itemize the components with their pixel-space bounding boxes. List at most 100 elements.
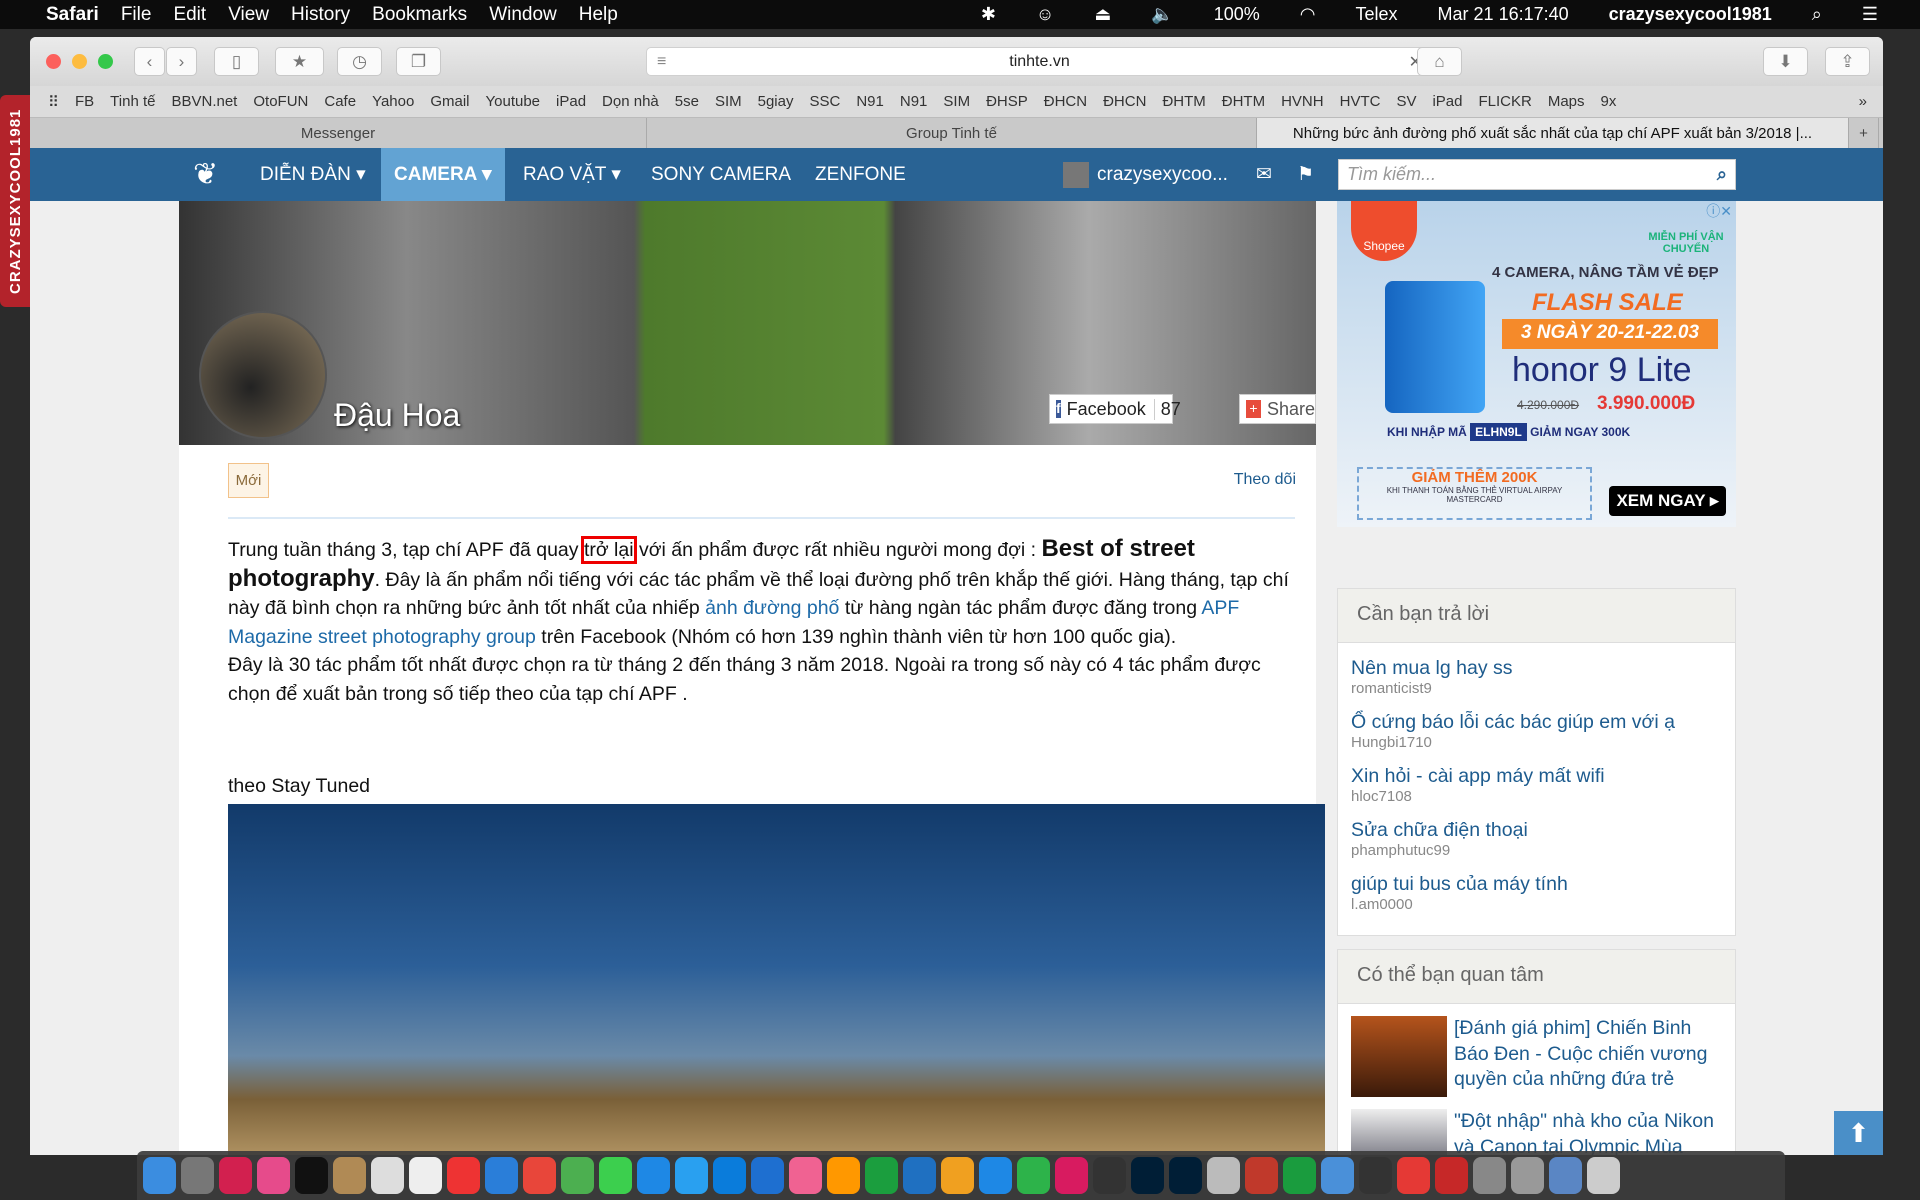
wifi-icon[interactable]: ◠	[1300, 4, 1316, 25]
notifications-flag-icon[interactable]: ⚑	[1284, 148, 1327, 201]
question-author[interactable]: romanticist9	[1351, 680, 1722, 697]
bookmark-item[interactable]: FLICKR	[1479, 93, 1532, 110]
search-input[interactable]: Tìm kiếm... ⌕	[1338, 159, 1736, 190]
ad-close-icon[interactable]: ⓘ✕	[1706, 201, 1732, 221]
user-menu[interactable]: crazysexycool1981	[1609, 4, 1772, 25]
dock-app-icon[interactable]	[219, 1157, 252, 1194]
bookmarks-icon[interactable]: ★	[275, 47, 324, 76]
tab-group-tinhte[interactable]: Group Tinh tế	[647, 118, 1257, 148]
dock-app-icon[interactable]	[1397, 1157, 1430, 1194]
dock-app-icon[interactable]	[523, 1157, 556, 1194]
dock-app-icon[interactable]	[1131, 1157, 1164, 1194]
dock-app-icon[interactable]	[181, 1157, 214, 1194]
volume-icon[interactable]: 🔈	[1151, 4, 1173, 25]
bookmark-item[interactable]: BBVN.net	[171, 93, 237, 110]
bookmark-item[interactable]: SIM	[943, 93, 970, 110]
tinhte-logo[interactable]: ❦	[180, 148, 231, 201]
dock-app-icon[interactable]	[1093, 1157, 1126, 1194]
dock-app-icon[interactable]	[447, 1157, 480, 1194]
question-link[interactable]: Ổ cứng báo lỗi các bác giúp em với ạ	[1351, 711, 1722, 734]
menu-safari[interactable]: Safari	[46, 4, 99, 26]
dock-app-icon[interactable]	[143, 1157, 176, 1194]
dock-app-icon[interactable]	[979, 1157, 1012, 1194]
eject-icon[interactable]: ⏏	[1094, 4, 1111, 25]
dock-app-icon[interactable]	[1435, 1157, 1468, 1194]
bookmark-item[interactable]: Maps	[1548, 93, 1585, 110]
menu-bookmarks[interactable]: Bookmarks	[372, 4, 467, 26]
question-author[interactable]: hloc7108	[1351, 788, 1722, 805]
dock-app-icon[interactable]	[561, 1157, 594, 1194]
dock-app-icon[interactable]	[903, 1157, 936, 1194]
follow-link[interactable]: Theo dõi	[1234, 471, 1296, 489]
bookmark-item[interactable]: SIM	[715, 93, 742, 110]
related-item[interactable]: [Đánh giá phim] Chiến Binh Báo Đen - Cuộ…	[1338, 1004, 1735, 1097]
question-author[interactable]: Hungbi1710	[1351, 734, 1722, 751]
reader-icon[interactable]: ≡	[657, 53, 666, 71]
bookmark-item[interactable]: ĐHCN	[1103, 93, 1146, 110]
bookmark-item[interactable]: SV	[1396, 93, 1416, 110]
dock-app-icon[interactable]	[1359, 1157, 1392, 1194]
dock-app-icon[interactable]	[827, 1157, 860, 1194]
related-item[interactable]: "Đột nhập" nhà kho của Nikon và Canon tạ…	[1338, 1097, 1735, 1155]
dock-app-icon[interactable]	[599, 1157, 632, 1194]
link-street-photo[interactable]: ảnh đường phố	[705, 597, 839, 619]
side-profile-tab[interactable]: CRAZYSEXYCOOL1981	[0, 95, 31, 307]
search-icon[interactable]: ⌕	[1717, 164, 1727, 185]
dock-app-icon[interactable]	[371, 1157, 404, 1194]
dock-app-icon[interactable]	[485, 1157, 518, 1194]
downloads-icon[interactable]: ⬇	[1763, 47, 1808, 76]
question-author[interactable]: phamphutuc99	[1351, 842, 1722, 859]
dock-app-icon[interactable]	[333, 1157, 366, 1194]
bookmark-item[interactable]: iPad	[1432, 93, 1462, 110]
bookmark-item[interactable]: Yahoo	[372, 93, 414, 110]
user-account-menu[interactable]: crazysexycoo...	[1050, 148, 1241, 201]
dock-app-icon[interactable]	[865, 1157, 898, 1194]
related-thumbnail[interactable]	[1351, 1109, 1447, 1155]
profile-name[interactable]: Đậu Hoa	[334, 397, 460, 434]
xem-ngay-button[interactable]: XEM NGAY ▸	[1609, 486, 1726, 516]
history-icon[interactable]: ◷	[337, 47, 382, 76]
dock-app-icon[interactable]	[1169, 1157, 1202, 1194]
close-window-button[interactable]	[46, 54, 61, 69]
bookmark-item[interactable]: HVNH	[1281, 93, 1324, 110]
bookmark-item[interactable]: Dọn nhà	[602, 93, 659, 110]
bookmark-item[interactable]: ĐHTM	[1222, 93, 1265, 110]
bookmark-item[interactable]: Youtube	[486, 93, 541, 110]
zoom-window-button[interactable]	[98, 54, 113, 69]
dock-app-icon[interactable]	[941, 1157, 974, 1194]
dock-app-icon[interactable]	[637, 1157, 670, 1194]
dock-app-icon[interactable]	[409, 1157, 442, 1194]
inbox-icon[interactable]: ✉	[1243, 148, 1285, 201]
input-method[interactable]: Telex	[1356, 4, 1398, 25]
bookmark-item[interactable]: N91	[900, 93, 928, 110]
bookmark-item[interactable]: HVTC	[1340, 93, 1381, 110]
tabs-icon[interactable]: ❐	[396, 47, 441, 76]
dock-app-icon[interactable]	[713, 1157, 746, 1194]
dock-app-icon[interactable]	[295, 1157, 328, 1194]
question-link[interactable]: Xin hỏi - cài app máy mất wifi	[1351, 765, 1722, 788]
article-photo[interactable]	[228, 804, 1325, 1155]
bookmark-item[interactable]: 9x	[1601, 93, 1617, 110]
menu-edit[interactable]: Edit	[173, 4, 206, 26]
notification-center-icon[interactable]: ☰	[1862, 4, 1878, 25]
dock-app-icon[interactable]	[1587, 1157, 1620, 1194]
bookmark-item[interactable]: Cafe	[324, 93, 356, 110]
nav-rao-vat[interactable]: RAO VẶT ▾	[510, 148, 634, 201]
question-link[interactable]: Sửa chữa điện thoại	[1351, 819, 1722, 842]
bookmark-item[interactable]: 5giay	[758, 93, 794, 110]
forward-button[interactable]: ›	[166, 47, 197, 76]
question-author[interactable]: l.am0000	[1351, 896, 1722, 913]
dock-app-icon[interactable]	[1473, 1157, 1506, 1194]
dock-app-icon[interactable]	[751, 1157, 784, 1194]
bookmark-item[interactable]: Tinh tế	[110, 93, 155, 110]
spotlight-icon[interactable]: ⌕	[1812, 4, 1822, 25]
dock-app-icon[interactable]	[257, 1157, 290, 1194]
nav-sony-camera[interactable]: SONY CAMERA	[638, 148, 804, 201]
bookmark-item[interactable]: SSC	[809, 93, 840, 110]
nav-camera[interactable]: CAMERA ▾	[381, 148, 505, 201]
dock-app-icon[interactable]	[1245, 1157, 1278, 1194]
nav-dien-dan[interactable]: DIỄN ĐÀN ▾	[247, 148, 379, 201]
menu-help[interactable]: Help	[579, 4, 618, 26]
bluetooth-icon[interactable]: ✱	[981, 4, 996, 25]
bookmark-item[interactable]: FB	[75, 93, 94, 110]
